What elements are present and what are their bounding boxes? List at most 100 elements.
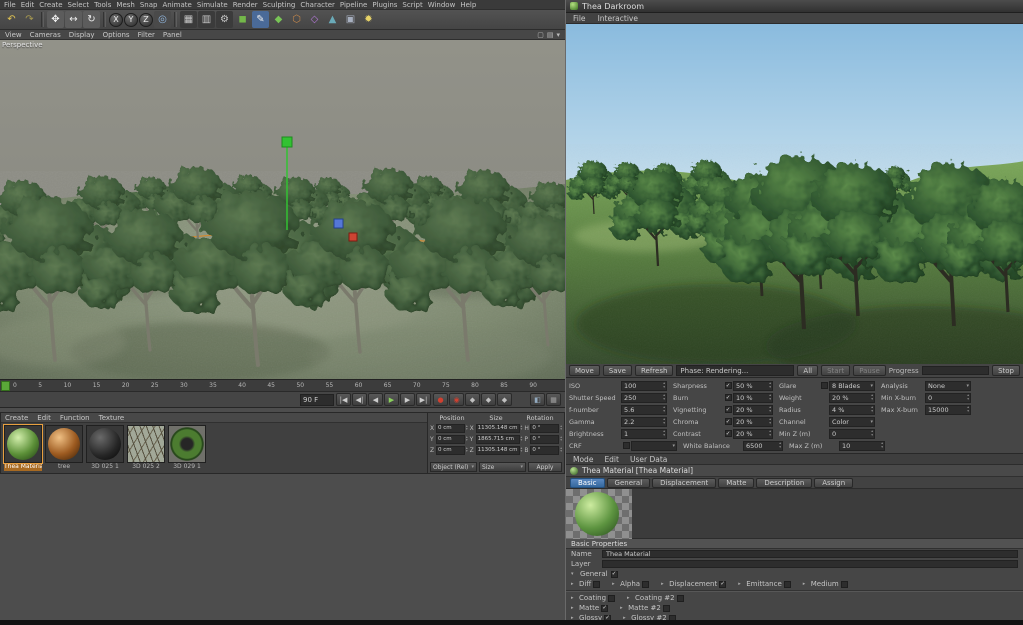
add-spline-pen-button[interactable]: ✎ bbox=[252, 11, 269, 28]
setting-field-max-z-m[interactable]: 10▴▾ bbox=[839, 441, 885, 451]
field-spinner-icon[interactable]: ▴▾ bbox=[663, 382, 665, 388]
coord-value-field[interactable]: 1865.715 cm bbox=[476, 435, 520, 444]
setting-checkbox-sharpness[interactable]: ✓ bbox=[725, 382, 732, 389]
save-button[interactable]: Save bbox=[603, 365, 632, 376]
timeline-ruler[interactable]: 051015202530354045505560657075808590 bbox=[0, 380, 565, 392]
collapsed-arrow-icon[interactable]: ▸ bbox=[620, 605, 626, 611]
general-checkbox[interactable]: ✓ bbox=[611, 571, 618, 578]
add-light-button[interactable]: ✹ bbox=[360, 11, 377, 28]
channel-displacement[interactable]: ▸Displacement✓ bbox=[661, 580, 726, 588]
materials-menu-texture[interactable]: Texture bbox=[99, 414, 125, 422]
keyframe-scale-icon[interactable]: ◆ bbox=[481, 393, 496, 406]
viewport-menu-display[interactable]: Display bbox=[69, 31, 95, 39]
undo-icon[interactable]: ↶ bbox=[3, 11, 20, 28]
field-spinner-icon[interactable]: ▴▾ bbox=[663, 406, 665, 412]
setting-field-f-number[interactable]: 5.6▴▾ bbox=[621, 405, 667, 415]
material-item-3d-025-2[interactable]: 3D 025 2 bbox=[127, 425, 165, 471]
material-tab-matte[interactable]: Matte bbox=[718, 478, 754, 488]
attribute-tab-mode[interactable]: Mode bbox=[573, 455, 593, 464]
c4d-menu-character[interactable]: Character bbox=[300, 1, 335, 9]
timeline-tick-50[interactable]: 50 bbox=[296, 382, 304, 389]
lock-z-axis-button[interactable]: Z bbox=[139, 13, 153, 27]
prev-frame-button[interactable]: ◀ bbox=[368, 393, 383, 406]
start-button[interactable]: Start bbox=[821, 365, 850, 376]
timeline-tick-55[interactable]: 55 bbox=[326, 382, 334, 389]
setting-field-min-z-m[interactable]: 0▴▾ bbox=[829, 429, 875, 439]
material-tab-general[interactable]: General bbox=[607, 478, 651, 488]
field-spinner-icon[interactable]: ▴▾ bbox=[967, 394, 969, 400]
c4d-menu-render[interactable]: Render bbox=[233, 1, 258, 9]
timeline-tick-15[interactable]: 15 bbox=[93, 382, 101, 389]
setting-field-iso[interactable]: 100▴▾ bbox=[621, 381, 667, 391]
next-frame-button[interactable]: ▶ bbox=[400, 393, 415, 406]
setting-checkbox-burn[interactable]: ✓ bbox=[725, 394, 732, 401]
collapsed-arrow-icon[interactable]: ▸ bbox=[803, 581, 809, 587]
timeline-tick-20[interactable]: 20 bbox=[122, 382, 130, 389]
timeline-tick-80[interactable]: 80 bbox=[471, 382, 479, 389]
field-spinner-icon[interactable]: ▴▾ bbox=[881, 442, 883, 448]
setting-checkbox-vignetting[interactable]: ✓ bbox=[725, 406, 732, 413]
field-spinner-icon[interactable]: ▴▾ bbox=[560, 447, 562, 453]
stop-button[interactable]: Stop bbox=[992, 365, 1020, 376]
c4d-menu-tools[interactable]: Tools bbox=[94, 1, 111, 9]
field-spinner-icon[interactable]: ▴▾ bbox=[871, 430, 873, 436]
setting-field-radius[interactable]: 4 %▴▾ bbox=[829, 405, 875, 415]
material-preview[interactable] bbox=[566, 489, 632, 539]
setting-field-max-x-burn[interactable]: 15000▴▾ bbox=[925, 405, 971, 415]
render-region-button[interactable]: ▦ bbox=[546, 393, 561, 406]
attribute-tab-edit[interactable]: Edit bbox=[604, 455, 619, 464]
viewport-layout-icon[interactable]: ▤ bbox=[547, 31, 554, 39]
field-spinner-icon[interactable]: ▴▾ bbox=[769, 418, 771, 424]
material-name-input[interactable]: Thea Material bbox=[602, 550, 1018, 558]
coord-value-field[interactable]: 0 ° bbox=[530, 424, 559, 433]
collapsed-arrow-icon[interactable]: ▸ bbox=[738, 581, 744, 587]
collapsed-arrow-icon[interactable]: ▸ bbox=[661, 581, 667, 587]
field-spinner-icon[interactable]: ▴▾ bbox=[769, 406, 771, 412]
autokey-button[interactable]: ◉ bbox=[449, 393, 464, 406]
setting-checkbox-chroma[interactable]: ✓ bbox=[725, 418, 732, 425]
lock-y-axis-button[interactable]: Y bbox=[124, 13, 138, 27]
attribute-tab-user-data[interactable]: User Data bbox=[630, 455, 667, 464]
c4d-menu-file[interactable]: File bbox=[4, 1, 16, 9]
field-spinner-icon[interactable]: ▴▾ bbox=[967, 406, 969, 412]
c4d-menu-pipeline[interactable]: Pipeline bbox=[340, 1, 367, 9]
all-button[interactable]: All bbox=[797, 365, 818, 376]
collapsed-arrow-icon[interactable]: ▸ bbox=[571, 595, 577, 601]
channel-checkbox-matte[interactable]: ✓ bbox=[601, 605, 608, 612]
lock-x-axis-button[interactable]: X bbox=[109, 13, 123, 27]
timeline-tick-10[interactable]: 10 bbox=[64, 382, 72, 389]
render-picture-viewer-button[interactable]: ▥ bbox=[198, 11, 215, 28]
timeline-tick-40[interactable]: 40 bbox=[238, 382, 246, 389]
record-button[interactable]: ● bbox=[433, 393, 448, 406]
c4d-menu-script[interactable]: Script bbox=[402, 1, 422, 9]
field-spinner-icon[interactable]: ▴▾ bbox=[521, 425, 523, 431]
render-settings-button[interactable]: ⚙ bbox=[216, 11, 233, 28]
darkroom-menu-file[interactable]: File bbox=[573, 14, 586, 23]
timeline-tick-75[interactable]: 75 bbox=[442, 382, 450, 389]
add-generator-button[interactable]: ◆ bbox=[270, 11, 287, 28]
material-tab-assign[interactable]: Assign bbox=[814, 478, 853, 488]
darkroom-menu-interactive[interactable]: Interactive bbox=[598, 14, 638, 23]
field-spinner-icon[interactable]: ▴▾ bbox=[769, 382, 771, 388]
redo-icon[interactable]: ↷ bbox=[21, 11, 38, 28]
apply-button[interactable]: Apply bbox=[528, 462, 562, 472]
add-cube-button[interactable]: ◼ bbox=[234, 11, 251, 28]
material-item-3d-029-1[interactable]: 3D 029 1 bbox=[168, 425, 206, 471]
material-item-3d-025-1[interactable]: 3D 025 1 bbox=[86, 425, 124, 471]
setting-field-burn[interactable]: 10 %▴▾ bbox=[733, 393, 773, 403]
c4d-menu-help[interactable]: Help bbox=[460, 1, 476, 9]
setting-field-gamma[interactable]: 2.2▴▾ bbox=[621, 417, 667, 427]
goto-start-button[interactable]: |◀ bbox=[336, 393, 351, 406]
channel-checkbox-coating-2[interactable] bbox=[677, 595, 684, 602]
field-spinner-icon[interactable]: ▴▾ bbox=[466, 425, 468, 431]
keyframe-rotation-icon[interactable]: ◆ bbox=[497, 393, 512, 406]
cube-red[interactable] bbox=[349, 233, 357, 241]
c4d-menu-window[interactable]: Window bbox=[428, 1, 456, 9]
setting-checkbox-crf[interactable] bbox=[623, 442, 630, 449]
timeline-tick-30[interactable]: 30 bbox=[180, 382, 188, 389]
material-tab-description[interactable]: Description bbox=[756, 478, 812, 488]
layer-input[interactable] bbox=[602, 560, 1018, 568]
timeline-playhead[interactable] bbox=[1, 381, 10, 391]
c4d-menu-select[interactable]: Select bbox=[68, 1, 90, 9]
coord-value-field[interactable]: 0 ° bbox=[530, 446, 559, 455]
